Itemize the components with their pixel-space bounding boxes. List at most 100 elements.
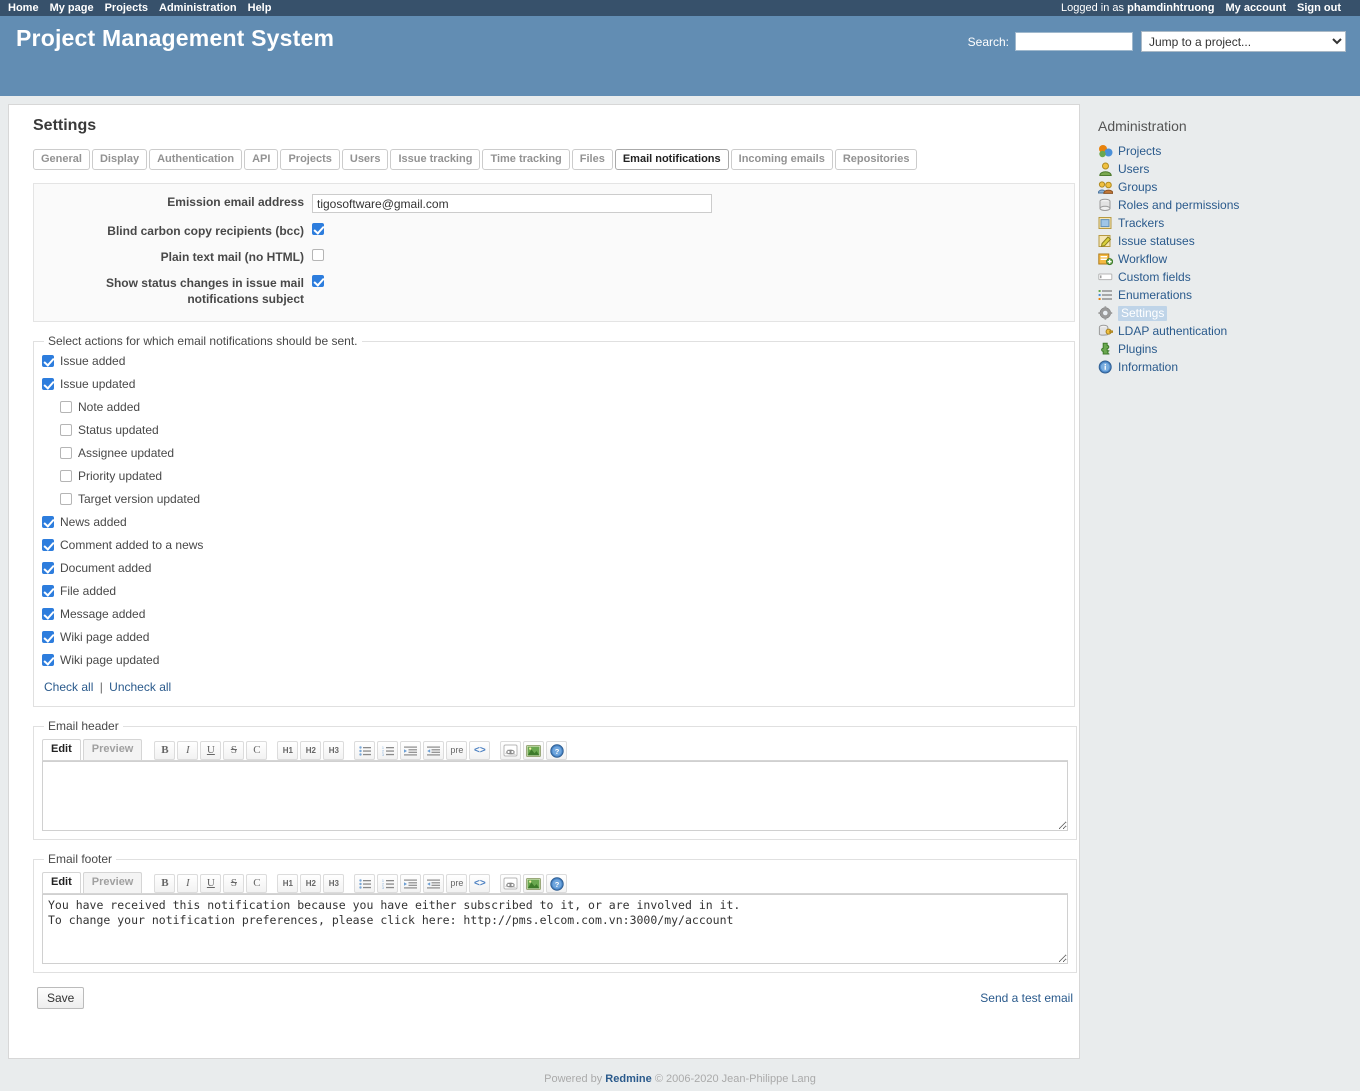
code-inline-icon[interactable]: C: [246, 741, 268, 760]
notified-event-checkbox-news-added[interactable]: [42, 515, 54, 528]
image-icon[interactable]: [523, 741, 545, 760]
preformatted-icon[interactable]: pre: [446, 741, 468, 760]
link-icon[interactable]: [500, 874, 522, 893]
nav-my-page[interactable]: My page: [50, 2, 94, 14]
send-test-email-link[interactable]: Send a test email: [980, 991, 1073, 1005]
sidebar-item-label[interactable]: Settings: [1118, 306, 1168, 321]
nav-help[interactable]: Help: [248, 2, 272, 14]
project-jump-select[interactable]: Jump to a project...: [1141, 31, 1346, 52]
notified-event-checkbox-priority-updated[interactable]: [60, 469, 72, 482]
show-status-checkbox[interactable]: [312, 275, 324, 287]
notified-event-label[interactable]: Document added: [60, 561, 151, 575]
heading-1-icon[interactable]: H1: [277, 741, 299, 760]
help-icon[interactable]: ?: [546, 741, 568, 760]
heading-2-icon[interactable]: H2: [300, 874, 322, 893]
nav-administration[interactable]: Administration: [159, 2, 237, 14]
sidebar-item-ldap-authentication[interactable]: LDAP authentication: [1098, 324, 1332, 339]
email-header-textarea[interactable]: [42, 761, 1068, 831]
sidebar-item-label[interactable]: Custom fields: [1118, 270, 1191, 285]
email-footer-textarea[interactable]: [42, 894, 1068, 964]
tab-files[interactable]: Files: [571, 149, 613, 170]
tab-incoming-emails[interactable]: Incoming emails: [730, 149, 833, 170]
sidebar-item-enumerations[interactable]: Enumerations: [1098, 288, 1332, 303]
notified-event-checkbox-message-added[interactable]: [42, 607, 54, 620]
search-input[interactable]: [1015, 32, 1133, 51]
sidebar-item-label[interactable]: Enumerations: [1118, 288, 1192, 303]
unordered-list-icon[interactable]: [354, 874, 376, 893]
nav-projects[interactable]: Projects: [105, 2, 148, 14]
ordered-list-icon[interactable]: 123: [377, 741, 399, 760]
notified-event-label[interactable]: Wiki page updated: [60, 653, 159, 667]
sidebar-item-roles-and-permissions[interactable]: Roles and permissions: [1098, 198, 1332, 213]
notified-event-checkbox-status-updated[interactable]: [60, 423, 72, 436]
unordered-list-icon[interactable]: [354, 741, 376, 760]
tab-projects[interactable]: Projects: [280, 149, 340, 170]
code-block-icon[interactable]: <>: [469, 741, 491, 760]
sidebar-item-issue-statuses[interactable]: Issue statuses: [1098, 234, 1332, 249]
my-account-link[interactable]: My account: [1225, 2, 1286, 14]
indent-increase-icon[interactable]: [400, 741, 422, 760]
notified-event-label[interactable]: File added: [60, 584, 116, 598]
ordered-list-icon[interactable]: 123: [377, 874, 399, 893]
notified-event-label[interactable]: Note added: [78, 400, 140, 414]
sign-out-link[interactable]: Sign out: [1297, 2, 1341, 14]
check-all-link[interactable]: Check all: [44, 680, 93, 694]
sidebar-item-workflow[interactable]: Workflow: [1098, 252, 1332, 267]
notified-event-label[interactable]: Priority updated: [78, 469, 162, 483]
sidebar-item-label[interactable]: Issue statuses: [1118, 234, 1195, 249]
heading-3-icon[interactable]: H3: [323, 741, 345, 760]
emission-email-input[interactable]: [312, 194, 712, 213]
code-block-icon[interactable]: <>: [469, 874, 491, 893]
indent-decrease-icon[interactable]: [423, 741, 445, 760]
tab-general[interactable]: General: [33, 149, 90, 170]
sidebar-item-custom-fields[interactable]: Custom fields: [1098, 270, 1332, 285]
sidebar-item-groups[interactable]: Groups: [1097, 180, 1332, 195]
tab-users[interactable]: Users: [341, 149, 389, 170]
notified-event-label[interactable]: Message added: [60, 607, 145, 621]
strikethrough-icon[interactable]: S: [223, 741, 245, 760]
notified-event-checkbox-document-added[interactable]: [42, 561, 54, 574]
preformatted-icon[interactable]: pre: [446, 874, 468, 893]
notified-event-label[interactable]: Status updated: [78, 423, 159, 437]
bcc-checkbox[interactable]: [312, 223, 324, 235]
notified-event-label[interactable]: Wiki page added: [60, 630, 149, 644]
notified-event-checkbox-wiki-page-updated[interactable]: [42, 653, 54, 666]
bold-icon[interactable]: B: [154, 741, 176, 760]
sidebar-item-settings[interactable]: Settings: [1098, 306, 1332, 321]
email-footer-edit-tab[interactable]: Edit: [42, 872, 81, 893]
notified-event-checkbox-target-version-updated[interactable]: [60, 492, 72, 505]
notified-event-checkbox-wiki-page-added[interactable]: [42, 630, 54, 643]
notified-event-checkbox-file-added[interactable]: [42, 584, 54, 597]
strikethrough-icon[interactable]: S: [223, 874, 245, 893]
email-footer-preview-tab[interactable]: Preview: [82, 872, 143, 893]
image-icon[interactable]: [523, 874, 545, 893]
email-header-preview-tab[interactable]: Preview: [82, 739, 143, 760]
help-icon[interactable]: ?: [546, 874, 568, 893]
underline-icon[interactable]: U: [200, 874, 222, 893]
notified-event-label[interactable]: Issue added: [60, 354, 125, 368]
tab-time-tracking[interactable]: Time tracking: [482, 149, 570, 170]
sidebar-item-label[interactable]: Trackers: [1118, 216, 1164, 231]
heading-2-icon[interactable]: H2: [300, 741, 322, 760]
sidebar-item-label[interactable]: Workflow: [1118, 252, 1167, 267]
sidebar-item-plugins[interactable]: Plugins: [1098, 342, 1332, 357]
notified-event-label[interactable]: Target version updated: [78, 492, 200, 506]
email-header-edit-tab[interactable]: Edit: [42, 739, 81, 760]
nav-home[interactable]: Home: [8, 2, 39, 14]
sidebar-item-label[interactable]: Groups: [1118, 180, 1157, 195]
tab-issue-tracking[interactable]: Issue tracking: [390, 149, 481, 170]
tab-repositories[interactable]: Repositories: [834, 149, 918, 170]
notified-event-checkbox-comment-added-to-a-news[interactable]: [42, 538, 54, 551]
sidebar-item-information[interactable]: Information: [1098, 360, 1332, 375]
underline-icon[interactable]: U: [200, 741, 222, 760]
plain-text-checkbox[interactable]: [312, 249, 324, 261]
italic-icon[interactable]: I: [177, 741, 199, 760]
indent-decrease-icon[interactable]: [423, 874, 445, 893]
notified-event-label[interactable]: Issue updated: [60, 377, 135, 391]
save-button[interactable]: Save: [37, 987, 85, 1009]
redmine-link[interactable]: Redmine: [605, 1073, 651, 1085]
sidebar-item-label[interactable]: Information: [1118, 360, 1178, 375]
link-icon[interactable]: [500, 741, 522, 760]
bold-icon[interactable]: B: [154, 874, 176, 893]
notified-event-checkbox-issue-added[interactable]: [42, 354, 54, 367]
